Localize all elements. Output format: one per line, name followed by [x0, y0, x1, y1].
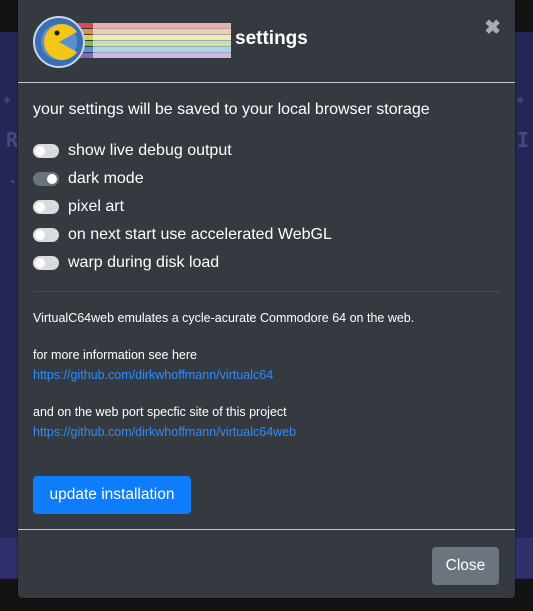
pixel-art-toggle[interactable] — [33, 200, 59, 214]
storage-note: your settings will be saved to your loca… — [33, 101, 430, 118]
switch-label: pixel art — [68, 198, 125, 215]
modal-header: settings ✖ — [18, 0, 515, 83]
switch-label: dark mode — [68, 170, 144, 187]
virtualc64web-link[interactable]: https://github.com/dirkwhoffmann/virtual… — [33, 425, 296, 439]
web-port-text: and on the web port specfic site of this… — [33, 405, 287, 419]
more-info-text: for more information see here — [33, 348, 197, 362]
webgl-toggle[interactable] — [33, 228, 59, 242]
update-installation-button[interactable]: update installation — [33, 476, 191, 514]
modal-body: your settings will be saved to your loca… — [18, 83, 515, 529]
dark-mode-toggle[interactable] — [33, 172, 59, 186]
close-icon[interactable]: ✖ — [484, 18, 501, 38]
switch-row-warp: warp during disk load — [33, 252, 219, 274]
warp-toggle[interactable] — [33, 256, 59, 270]
switch-row-dark-mode: dark mode — [33, 168, 144, 190]
switch-label: on next start use accelerated WebGL — [68, 226, 332, 243]
close-button[interactable]: Close — [432, 547, 499, 585]
about-text: VirtualC64web emulates a cycle-acurate C… — [33, 311, 415, 325]
modal-title: settings — [235, 28, 308, 49]
switch-row-webgl: on next start use accelerated WebGL — [33, 224, 332, 246]
settings-modal: settings ✖ your settings will be saved t… — [18, 0, 515, 598]
debug-output-toggle[interactable] — [33, 144, 59, 158]
modal-footer: Close — [18, 529, 515, 599]
switch-row-debug-output: show live debug output — [33, 140, 232, 162]
virtualc64-logo — [33, 16, 231, 68]
switch-label: show live debug output — [68, 142, 232, 159]
switch-label: warp during disk load — [68, 254, 220, 271]
switch-row-pixel-art: pixel art — [33, 196, 124, 218]
divider — [33, 291, 500, 292]
virtualc64-link[interactable]: https://github.com/dirkwhoffmann/virtual… — [33, 368, 273, 382]
